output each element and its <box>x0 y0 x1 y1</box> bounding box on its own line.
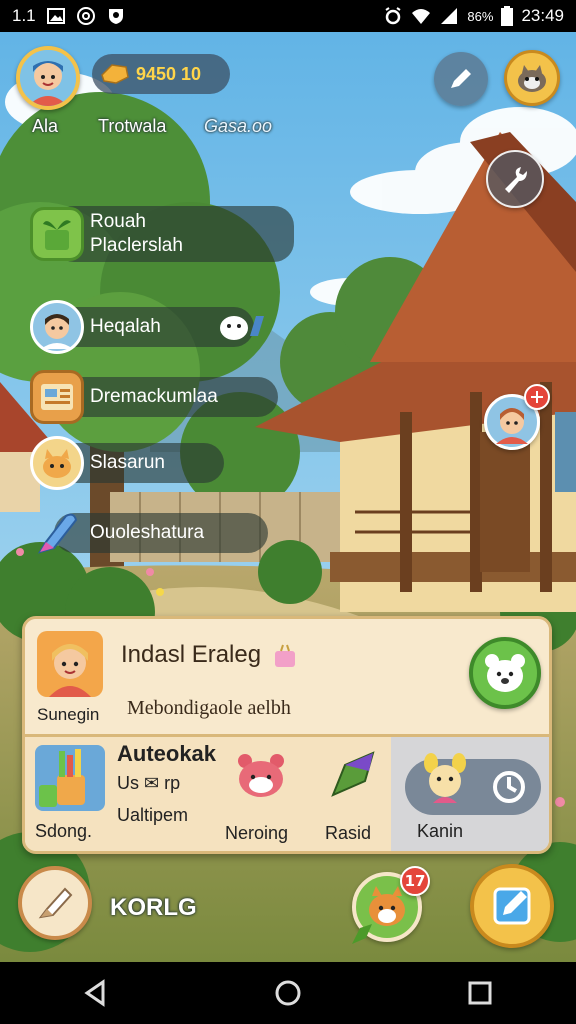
menu-label-line1: Rouah <box>90 211 146 232</box>
bucket-plant-icon <box>30 207 84 261</box>
menu-item-plants[interactable]: Rouah Placlerslah <box>30 206 294 262</box>
menu-item-pets[interactable]: Slasarun <box>30 436 224 490</box>
back-icon[interactable] <box>81 978 111 1008</box>
tool-item[interactable] <box>325 745 381 805</box>
player-avatar[interactable] <box>16 46 80 110</box>
edit-button[interactable] <box>434 52 488 106</box>
task-panel-header[interactable]: Sunegin Indasl Eraleg Mebondigaole aelbh <box>25 619 549 737</box>
menu-label-line1: Ouoleshatura <box>90 522 205 543</box>
clock: 23:49 <box>521 6 564 25</box>
notification-badge: 17 <box>400 866 430 896</box>
menu-label-line1: Dremackumlaa <box>90 386 218 407</box>
player-title-label: Trotwala <box>98 116 167 136</box>
raccoon-icon <box>518 65 546 92</box>
signal-icon <box>441 8 458 24</box>
alarm-icon <box>385 7 401 25</box>
player-name-label: Ala <box>32 116 59 136</box>
menu-label-journal: Dremackumlaa <box>54 377 278 417</box>
bear-icon <box>485 654 525 692</box>
supplies-subtitle: Us ✉ rp <box>117 773 181 793</box>
task-subtitle: Mebondigaole aelbh <box>127 697 291 719</box>
notebook-icon <box>30 370 84 424</box>
menu-item-friends[interactable]: Heqalah <box>30 300 264 354</box>
recents-icon[interactable] <box>465 978 495 1008</box>
battery-percent: 86% <box>467 8 494 24</box>
coin-hand-icon <box>101 64 129 84</box>
hamster-icon <box>238 754 284 797</box>
edit-square-icon <box>493 887 531 925</box>
menu-label-line2: Placlerslah <box>90 235 183 256</box>
supplies-item[interactable] <box>35 745 105 811</box>
wifi-icon <box>412 9 431 24</box>
hamster-item[interactable] <box>233 747 289 803</box>
player-face-icon <box>20 50 76 106</box>
kanin-item[interactable]: Kanin <box>391 737 549 851</box>
task-title: Indasl Eraleg <box>121 641 262 668</box>
shield-icon <box>108 9 123 24</box>
paint-tool-icon <box>331 751 375 797</box>
plus-icon <box>531 391 543 403</box>
status-bar: 1.1 86% 23:49 <box>0 0 576 32</box>
wrench-icon <box>505 167 527 193</box>
boy-avatar-icon <box>30 300 84 354</box>
at-icon <box>76 7 95 25</box>
leaf-icon <box>352 924 372 944</box>
menu-label-plants: Rouah Placlerslah <box>54 206 294 262</box>
girl-portrait-icon <box>37 631 103 697</box>
edit-mode-button[interactable] <box>470 864 554 948</box>
extra-label: Gasa.oo <box>204 116 273 136</box>
home-icon[interactable] <box>273 978 303 1008</box>
task-character-name: Sunegin <box>37 705 100 724</box>
hamster-caption: Neroing <box>225 823 289 843</box>
bottom-label: KORLG <box>110 894 197 921</box>
menu-label-line1: Heqalah <box>90 316 161 337</box>
task-panel: Sunegin Indasl Eraleg Mebondigaole aelbh… <box>22 616 552 854</box>
tools-button[interactable] <box>486 150 544 208</box>
menu-item-decorate[interactable]: Ouoleshatura <box>30 506 268 560</box>
brush-icon <box>30 506 84 560</box>
bunny-icon <box>424 753 466 803</box>
supplies-detail: Ualtipem <box>117 805 189 825</box>
cat-icon <box>30 436 84 490</box>
supplies-name: Auteokak <box>117 741 217 766</box>
battery-icon <box>501 6 514 26</box>
coin-value: 9450 10 <box>136 63 202 84</box>
build-button[interactable] <box>18 866 92 940</box>
pencil-cup-icon <box>39 749 85 807</box>
supplies-caption: Sdong. <box>35 821 93 841</box>
kanin-caption: Kanin <box>417 821 464 841</box>
status-left-text: 1.1 <box>12 6 36 25</box>
android-nav-bar <box>0 962 576 1024</box>
gift-icon <box>275 644 295 667</box>
image-icon <box>46 8 65 24</box>
menu-label-line1: Slasarun <box>90 452 165 473</box>
pet-sticker-icon <box>220 316 264 340</box>
tool-caption: Rasid <box>325 823 372 843</box>
menu-label-decorate: Ouoleshatura <box>54 513 268 553</box>
task-items-row: Sdong. Auteokak Us ✉ rp Ualtipem Neroing… <box>25 737 549 851</box>
eraser-icon <box>38 887 73 919</box>
visitor-add-badge[interactable] <box>524 384 550 410</box>
pencil-icon <box>451 69 471 88</box>
timer-icon <box>493 771 525 803</box>
pet-button[interactable] <box>504 50 560 106</box>
menu-item-journal[interactable]: Dremackumlaa <box>30 370 278 424</box>
coin-counter[interactable]: 9450 10 <box>92 54 230 94</box>
task-accept-button[interactable] <box>469 637 541 709</box>
